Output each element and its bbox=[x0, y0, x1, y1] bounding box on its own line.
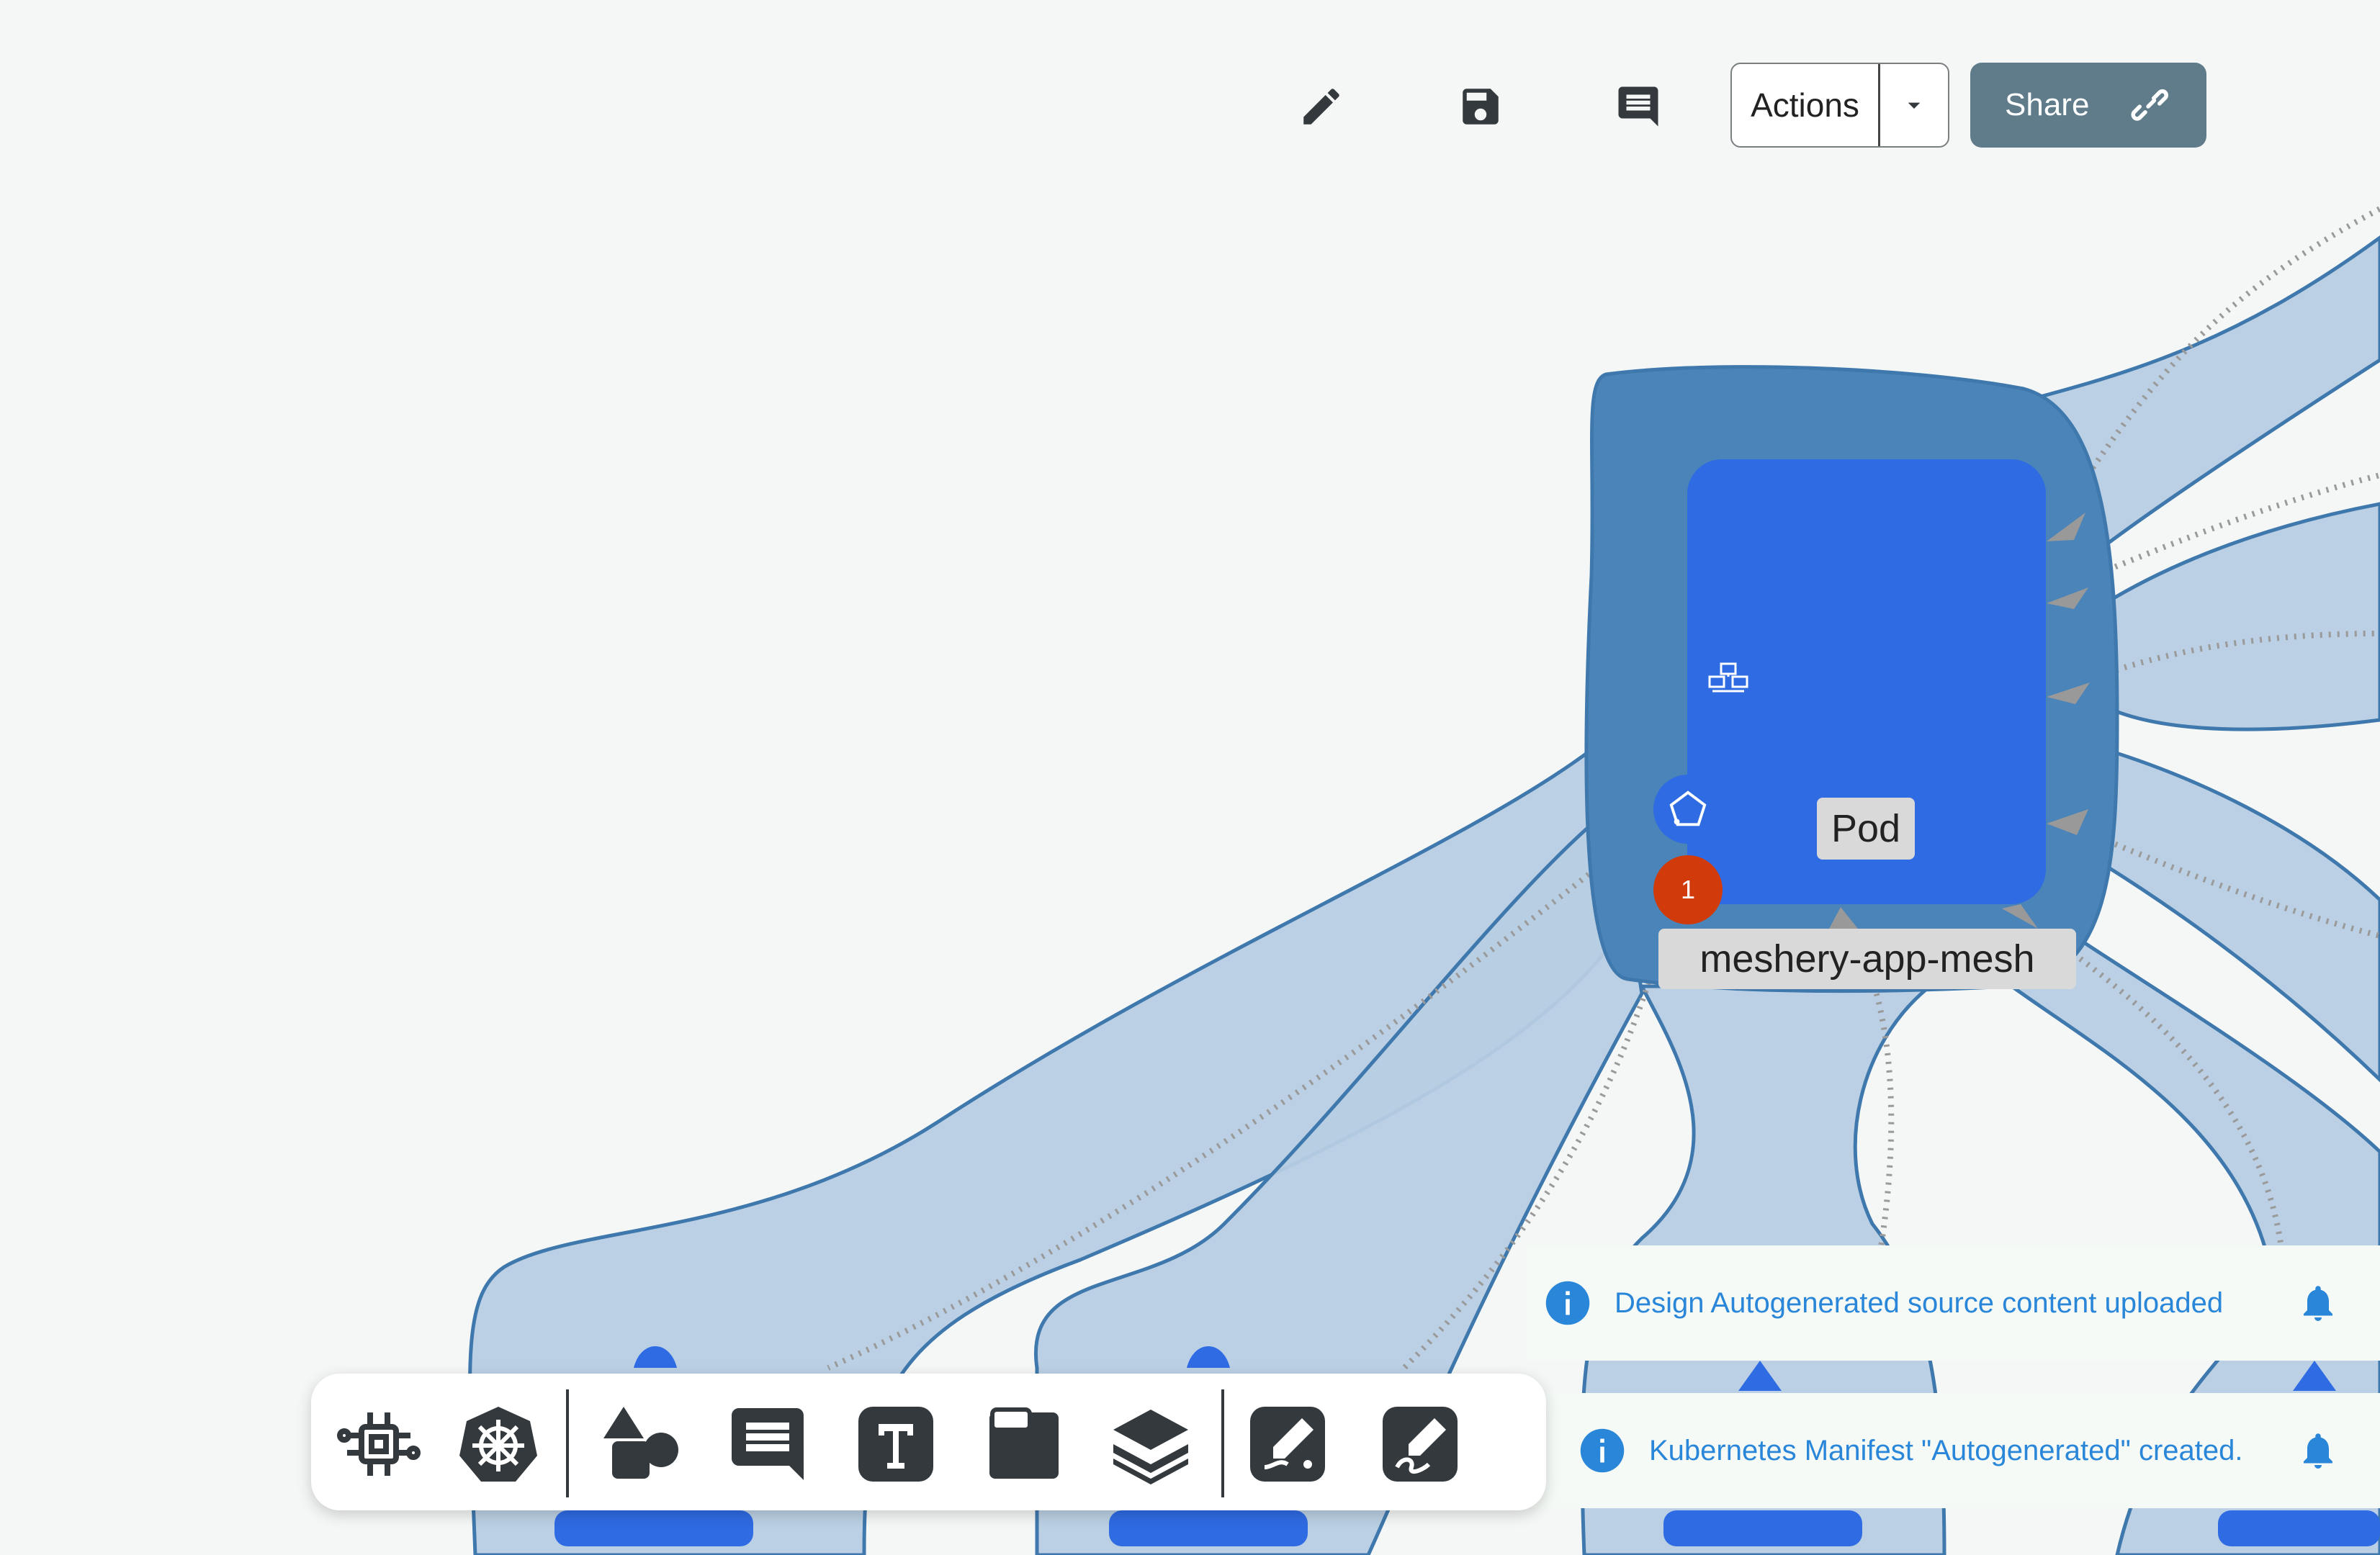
node-type-label: Pod bbox=[1817, 798, 1915, 860]
share-button[interactable]: Share bbox=[1970, 63, 2206, 148]
section-icon bbox=[989, 1407, 1059, 1479]
info-icon bbox=[1545, 1281, 1590, 1325]
floppy-disk-icon bbox=[1463, 89, 1499, 125]
actions-caret-button[interactable] bbox=[1880, 64, 1948, 146]
pen-draw-button[interactable] bbox=[1244, 1401, 1331, 1487]
deployment-icon bbox=[1708, 662, 1748, 693]
caret-down-icon bbox=[1908, 102, 1921, 109]
edge-bundle bbox=[2101, 502, 2380, 731]
edit-button[interactable] bbox=[1290, 76, 1352, 138]
comment-button[interactable] bbox=[1607, 76, 1669, 138]
comment-icon bbox=[1618, 86, 1658, 127]
shapes-button[interactable] bbox=[598, 1401, 684, 1487]
pen-draw-icon bbox=[1250, 1407, 1325, 1482]
bell-icon[interactable] bbox=[2296, 1281, 2340, 1325]
share-label: Share bbox=[2005, 87, 2090, 122]
section-tool-button[interactable] bbox=[981, 1401, 1067, 1487]
dock-separator bbox=[566, 1389, 569, 1497]
pentagon-icon bbox=[1669, 790, 1707, 826]
error-count-badge[interactable]: 1 bbox=[1653, 855, 1723, 924]
text-icon bbox=[858, 1407, 933, 1482]
notification-text: Design Autogenerated source content uplo… bbox=[1615, 1286, 2224, 1319]
comment-tool-button[interactable] bbox=[724, 1401, 811, 1487]
bell-icon[interactable] bbox=[2296, 1429, 2340, 1472]
info-icon bbox=[1580, 1428, 1625, 1473]
notification-text: Kubernetes Manifest "Autogenerated" crea… bbox=[1649, 1434, 2243, 1466]
actions-button[interactable]: Actions bbox=[1732, 64, 1878, 146]
notification-toast[interactable]: Design Autogenerated source content uplo… bbox=[1527, 1245, 2380, 1361]
components-icon bbox=[337, 1412, 421, 1476]
kubernetes-button[interactable] bbox=[455, 1401, 542, 1487]
freehand-draw-icon bbox=[1383, 1407, 1458, 1482]
comment-icon bbox=[732, 1408, 804, 1480]
shapes-icon bbox=[603, 1407, 678, 1479]
design-toolbar-dock bbox=[311, 1374, 1546, 1510]
policy-badge[interactable] bbox=[1653, 775, 1723, 844]
link-icon bbox=[2131, 89, 2169, 121]
save-button[interactable] bbox=[1450, 76, 1512, 138]
components-button[interactable] bbox=[336, 1401, 422, 1487]
actions-dropdown: Actions bbox=[1730, 63, 1949, 148]
kubernetes-icon bbox=[459, 1407, 537, 1482]
dock-separator bbox=[1221, 1389, 1224, 1497]
pencil-icon bbox=[1303, 89, 1339, 125]
node-name-label: meshery-app-mesh bbox=[1658, 929, 2076, 989]
text-tool-button[interactable] bbox=[853, 1401, 939, 1487]
layers-icon bbox=[1113, 1410, 1188, 1484]
freehand-draw-button[interactable] bbox=[1377, 1401, 1463, 1487]
notification-toast[interactable]: Kubernetes Manifest "Autogenerated" crea… bbox=[1527, 1393, 2380, 1508]
layers-button[interactable] bbox=[1108, 1401, 1194, 1487]
